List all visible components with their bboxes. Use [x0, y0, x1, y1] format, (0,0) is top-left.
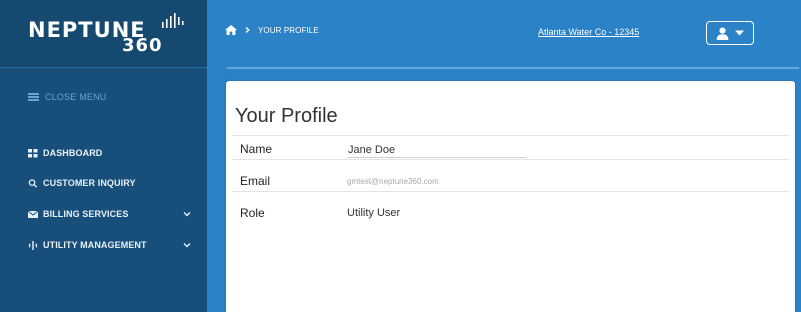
account-link[interactable]: Atlanta Water Co - 12345 — [538, 27, 639, 37]
sidebar-item-utility-management[interactable]: UTILITY MANAGEMENT — [28, 240, 147, 250]
chevron-down-icon[interactable] — [183, 210, 191, 218]
breadcrumb: YOUR PROFILE — [225, 25, 319, 35]
sidebar-item-billing-services[interactable]: BILLING SERVICES — [28, 209, 128, 219]
sidebar-item-label: CUSTOMER INQUIRY — [43, 178, 136, 188]
sidebar-item-label: BILLING SERVICES — [43, 209, 129, 219]
sidebar-item-dashboard[interactable]: DASHBOARD — [28, 148, 102, 158]
profile-row-email: Email gmtest@neptune360.com — [232, 168, 789, 192]
chevron-right-icon — [245, 27, 250, 33]
role-value: Utility User — [347, 207, 401, 219]
name-field[interactable] — [347, 140, 527, 158]
field-label: Role — [240, 206, 265, 220]
brand-sub: 360 — [122, 35, 163, 56]
grid-icon — [28, 148, 38, 157]
caret-down-icon — [735, 30, 744, 36]
profile-row-role: Role Utility User — [232, 200, 789, 224]
sidebar-item-label: UTILITY MANAGEMENT — [43, 240, 147, 250]
user-icon — [716, 27, 729, 40]
header-divider — [227, 67, 799, 69]
breadcrumb-current: YOUR PROFILE — [258, 25, 319, 35]
profile-card: Your Profile Name Email gmtest@neptune36… — [226, 81, 795, 312]
close-menu-label: CLOSE MENU — [45, 92, 107, 102]
sidebar-item-label: DASHBOARD — [43, 148, 103, 158]
profile-row-name: Name — [232, 136, 789, 160]
brand-logo[interactable]: NEPTUNE 360 — [0, 0, 207, 68]
page-title: Your Profile — [235, 105, 338, 127]
chevron-down-icon[interactable] — [183, 241, 191, 249]
meter-icon — [28, 240, 38, 250]
search-icon — [28, 178, 38, 188]
close-menu-button[interactable]: CLOSE MENU — [28, 92, 107, 102]
sidebar-item-customer-inquiry[interactable]: CUSTOMER INQUIRY — [28, 178, 136, 188]
user-menu-button[interactable] — [706, 21, 754, 45]
hamburger-icon — [28, 93, 39, 101]
envelope-icon — [28, 210, 38, 218]
field-label: Email — [240, 174, 271, 188]
field-label: Name — [240, 142, 273, 156]
email-value: gmtest@neptune360.com — [347, 177, 439, 186]
home-icon[interactable] — [225, 25, 237, 35]
signal-waves-icon — [162, 13, 184, 28]
sidebar: NEPTUNE 360 CLOSE MENU DASHBOARD CUSTOME… — [0, 0, 207, 312]
